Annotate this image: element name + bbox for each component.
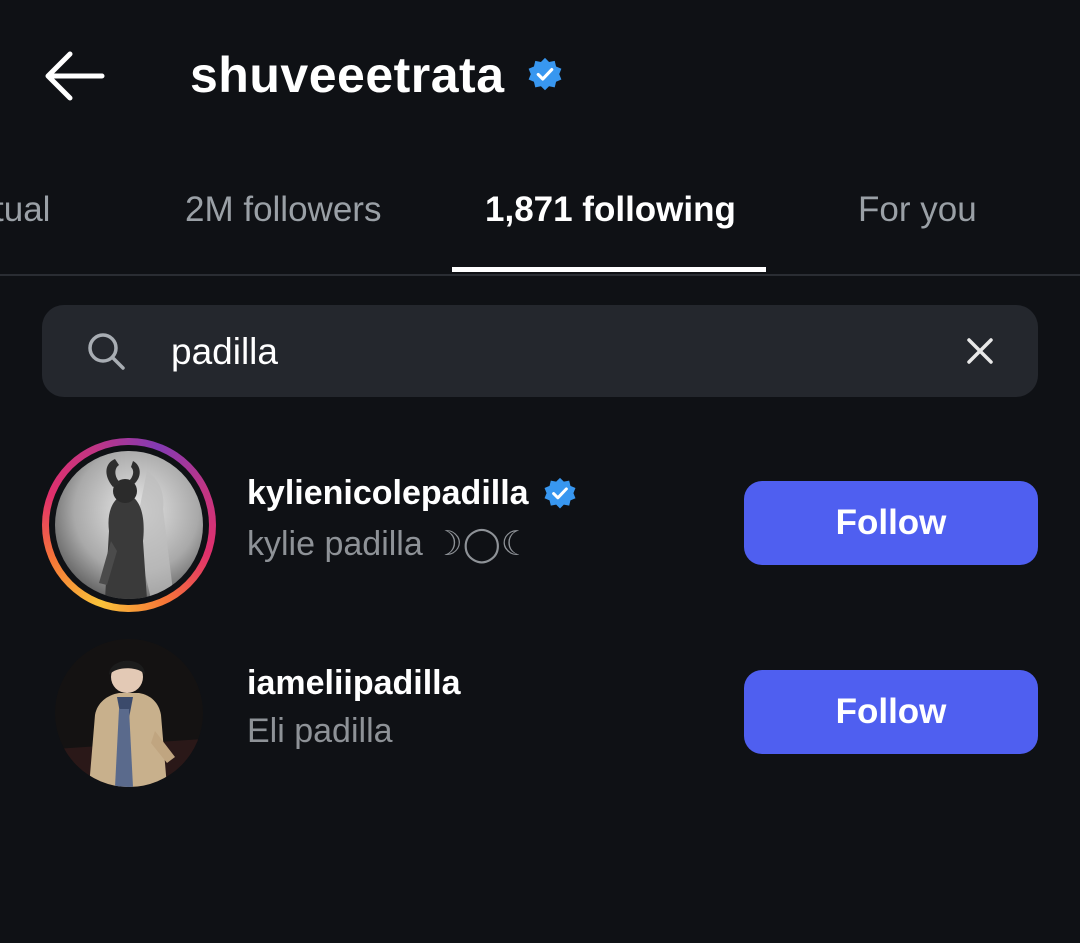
avatar[interactable] xyxy=(55,451,203,599)
profile-photo xyxy=(55,639,203,787)
result-username[interactable]: kylienicolepadilla xyxy=(247,474,577,513)
search-icon xyxy=(88,333,125,370)
result-full-name: Eli padilla xyxy=(247,712,393,750)
active-tab-indicator xyxy=(452,267,766,272)
tab-for-you[interactable]: For you xyxy=(858,190,977,230)
profile-photo xyxy=(55,451,203,599)
follow-button[interactable]: Follow xyxy=(744,670,1038,754)
list-item[interactable]: iameliipadilla Eli padilla Follow xyxy=(0,630,1080,787)
arrow-left-icon xyxy=(45,51,105,101)
profile-username: shuveeetrata xyxy=(190,47,505,103)
top-bar: shuveeetrata xyxy=(0,0,1080,150)
tab-mutual[interactable]: tual xyxy=(0,190,50,230)
verified-badge-icon xyxy=(544,477,576,508)
profile-tabs: tual 2M followers 1,871 following For yo… xyxy=(0,150,1080,276)
list-item[interactable]: kylienicolepadilla kylie padilla ☽◯☾ Fol… xyxy=(0,430,1080,612)
tab-followers[interactable]: 2M followers xyxy=(185,190,381,230)
back-button[interactable] xyxy=(40,46,106,106)
follow-button[interactable]: Follow xyxy=(744,481,1038,565)
result-username[interactable]: iameliipadilla xyxy=(247,664,461,703)
result-full-name: kylie padilla ☽◯☾ xyxy=(247,525,532,563)
username-text: iameliipadilla xyxy=(247,664,461,702)
search-input[interactable] xyxy=(169,323,933,381)
username-text: kylienicolepadilla xyxy=(247,474,529,512)
search-bar[interactable] xyxy=(42,305,1038,397)
close-icon[interactable] xyxy=(962,333,998,369)
avatar[interactable] xyxy=(55,639,203,787)
profile-title-group: shuveeetrata xyxy=(190,40,563,110)
tab-following[interactable]: 1,871 following xyxy=(485,190,736,230)
verified-badge-icon xyxy=(528,57,561,91)
